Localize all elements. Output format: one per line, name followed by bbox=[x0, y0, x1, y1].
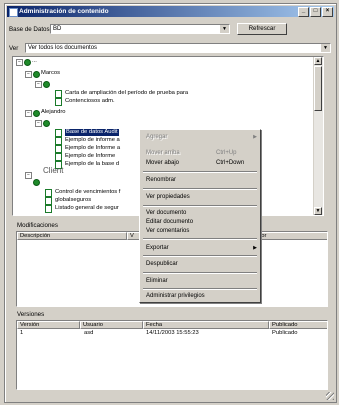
menu-item-exportar[interactable]: Exportar bbox=[146, 245, 169, 252]
menu-separator bbox=[143, 288, 257, 290]
view-label: Ver bbox=[9, 45, 19, 52]
database-label: Base de Datos bbox=[9, 26, 50, 33]
maximize-button[interactable]: □ bbox=[310, 7, 321, 17]
menu-item-renombrar[interactable]: Renombrar bbox=[146, 177, 176, 184]
menu-item-mover-abajo[interactable]: Mover abajo bbox=[146, 160, 179, 167]
document-icon bbox=[45, 189, 52, 197]
user-node-icon bbox=[33, 110, 40, 117]
context-menu: Agregar ▶ Mover arriba Ctrl+Up Mover aba… bbox=[139, 129, 261, 303]
menu-item-administrar-privilegios[interactable]: Administrar privilegios bbox=[146, 293, 205, 300]
scroll-down-icon[interactable]: ▼ bbox=[314, 207, 322, 215]
modificaciones-title: Modificaciones bbox=[17, 222, 58, 229]
column-header[interactable]: lor bbox=[257, 232, 327, 240]
menu-separator bbox=[143, 272, 257, 274]
view-select[interactable]: Ver todos los documentos ▼ bbox=[25, 43, 331, 53]
tree-node-alejandro[interactable]: Alejandro bbox=[41, 109, 66, 116]
document-icon bbox=[55, 137, 62, 145]
tree-node-selected[interactable]: Base de datos Audit bbox=[65, 129, 119, 136]
menu-item-ver-propiedades[interactable]: Ver propiedades bbox=[146, 194, 190, 201]
tree-node-clientes[interactable]: Client bbox=[43, 167, 63, 175]
folder-node-icon bbox=[43, 81, 50, 88]
menu-item-ver-documento[interactable]: Ver documento bbox=[146, 210, 186, 217]
menu-item-mover-arriba[interactable]: Mover arriba bbox=[146, 150, 180, 157]
cell-publicado: Publicado bbox=[272, 330, 298, 336]
cell-usuario: asd bbox=[84, 330, 94, 336]
menu-item-ver-comentarios[interactable]: Ver comentarios bbox=[146, 228, 189, 235]
cell-fecha: 14/11/2003 15:55:23 bbox=[146, 330, 199, 336]
root-node-icon bbox=[24, 59, 31, 66]
user-node-icon bbox=[33, 71, 40, 78]
chevron-down-icon[interactable]: ▼ bbox=[219, 25, 229, 33]
document-icon bbox=[55, 98, 62, 106]
folder-node-icon bbox=[43, 120, 50, 127]
menu-item-despublicar[interactable]: Despublicar bbox=[146, 261, 178, 268]
tree-node-doc[interactable]: Ejemplo de informe a bbox=[65, 137, 120, 144]
tree-node-doc[interactable]: Ejemplo de Informe a bbox=[65, 145, 120, 152]
menu-shortcut: Ctrl+Down bbox=[216, 160, 245, 166]
database-select-value: BD bbox=[53, 26, 62, 32]
menu-separator bbox=[143, 238, 257, 240]
view-select-value: Ver todos los documentos bbox=[28, 45, 98, 51]
cell-version: 1 bbox=[20, 330, 24, 336]
column-header[interactable]: Versión bbox=[17, 321, 80, 329]
document-icon bbox=[55, 90, 62, 98]
tree-scrollbar[interactable]: ▲ ▼ bbox=[313, 57, 323, 215]
column-header[interactable]: Usuario bbox=[80, 321, 143, 329]
tree-node-doc[interactable]: Contenciosos adm. bbox=[65, 98, 115, 105]
menu-shortcut: Ctrl+Up bbox=[216, 150, 237, 156]
column-header[interactable]: Publicado bbox=[269, 321, 327, 329]
versiones-list[interactable]: Versión Usuario Fecha Publicado 1 asd 14… bbox=[16, 320, 328, 390]
tree-node-doc[interactable]: Carta de ampliación del período de prueb… bbox=[65, 90, 188, 97]
versiones-title: Versiones bbox=[17, 311, 45, 318]
menu-separator bbox=[143, 205, 257, 207]
document-icon bbox=[55, 129, 62, 137]
menu-separator bbox=[143, 255, 257, 257]
tree-node-doc[interactable]: globalseguros bbox=[55, 197, 91, 204]
collapse-icon[interactable]: − bbox=[35, 120, 42, 127]
menu-item-eliminar[interactable]: Eliminar bbox=[146, 278, 168, 285]
menu-item-editar-documento[interactable]: Editar documento bbox=[146, 219, 193, 226]
tree-node-marcos[interactable]: Marcos bbox=[41, 70, 60, 77]
resize-grip-icon[interactable] bbox=[326, 392, 334, 400]
document-icon bbox=[55, 153, 62, 161]
column-header[interactable]: Fecha bbox=[143, 321, 269, 329]
collapse-icon[interactable]: − bbox=[25, 71, 32, 78]
tree-node-doc[interactable]: Ejemplo de Informe bbox=[65, 153, 115, 160]
menu-separator bbox=[143, 171, 257, 173]
title-bar[interactable]: Administración de contenido _ □ × bbox=[7, 6, 334, 17]
column-header[interactable]: Descripción bbox=[17, 232, 127, 240]
tree-node-doc[interactable]: Listado general de segur bbox=[55, 205, 119, 212]
collapse-icon[interactable]: − bbox=[16, 59, 23, 66]
minimize-button[interactable]: _ bbox=[298, 7, 309, 17]
scroll-up-icon[interactable]: ▲ bbox=[314, 57, 322, 65]
tree-node-doc[interactable]: Control de vencimientos f bbox=[55, 189, 120, 196]
menu-separator bbox=[143, 188, 257, 190]
refresh-button[interactable]: Refrescar bbox=[237, 23, 287, 35]
tree-node-doc[interactable]: Ejemplo de la base d bbox=[65, 161, 119, 168]
app-icon bbox=[9, 8, 18, 17]
collapse-icon[interactable]: − bbox=[25, 110, 32, 117]
submenu-arrow-icon: ▶ bbox=[253, 134, 257, 140]
tree-root-label[interactable]: ... bbox=[32, 58, 37, 65]
document-icon bbox=[45, 205, 52, 213]
collapse-icon[interactable]: − bbox=[35, 81, 42, 88]
close-button[interactable]: × bbox=[322, 7, 333, 17]
menu-item-agregar[interactable]: Agregar bbox=[146, 134, 167, 141]
scroll-thumb[interactable] bbox=[314, 66, 322, 111]
document-icon bbox=[55, 145, 62, 153]
database-select[interactable]: BD ▼ bbox=[50, 24, 230, 34]
folder-node-icon bbox=[33, 179, 40, 186]
collapse-icon[interactable]: − bbox=[25, 172, 32, 179]
document-icon bbox=[45, 197, 52, 205]
chevron-down-icon[interactable]: ▼ bbox=[320, 44, 330, 52]
window-title: Administración de contenido bbox=[19, 8, 109, 15]
submenu-arrow-icon: ▶ bbox=[253, 245, 257, 251]
